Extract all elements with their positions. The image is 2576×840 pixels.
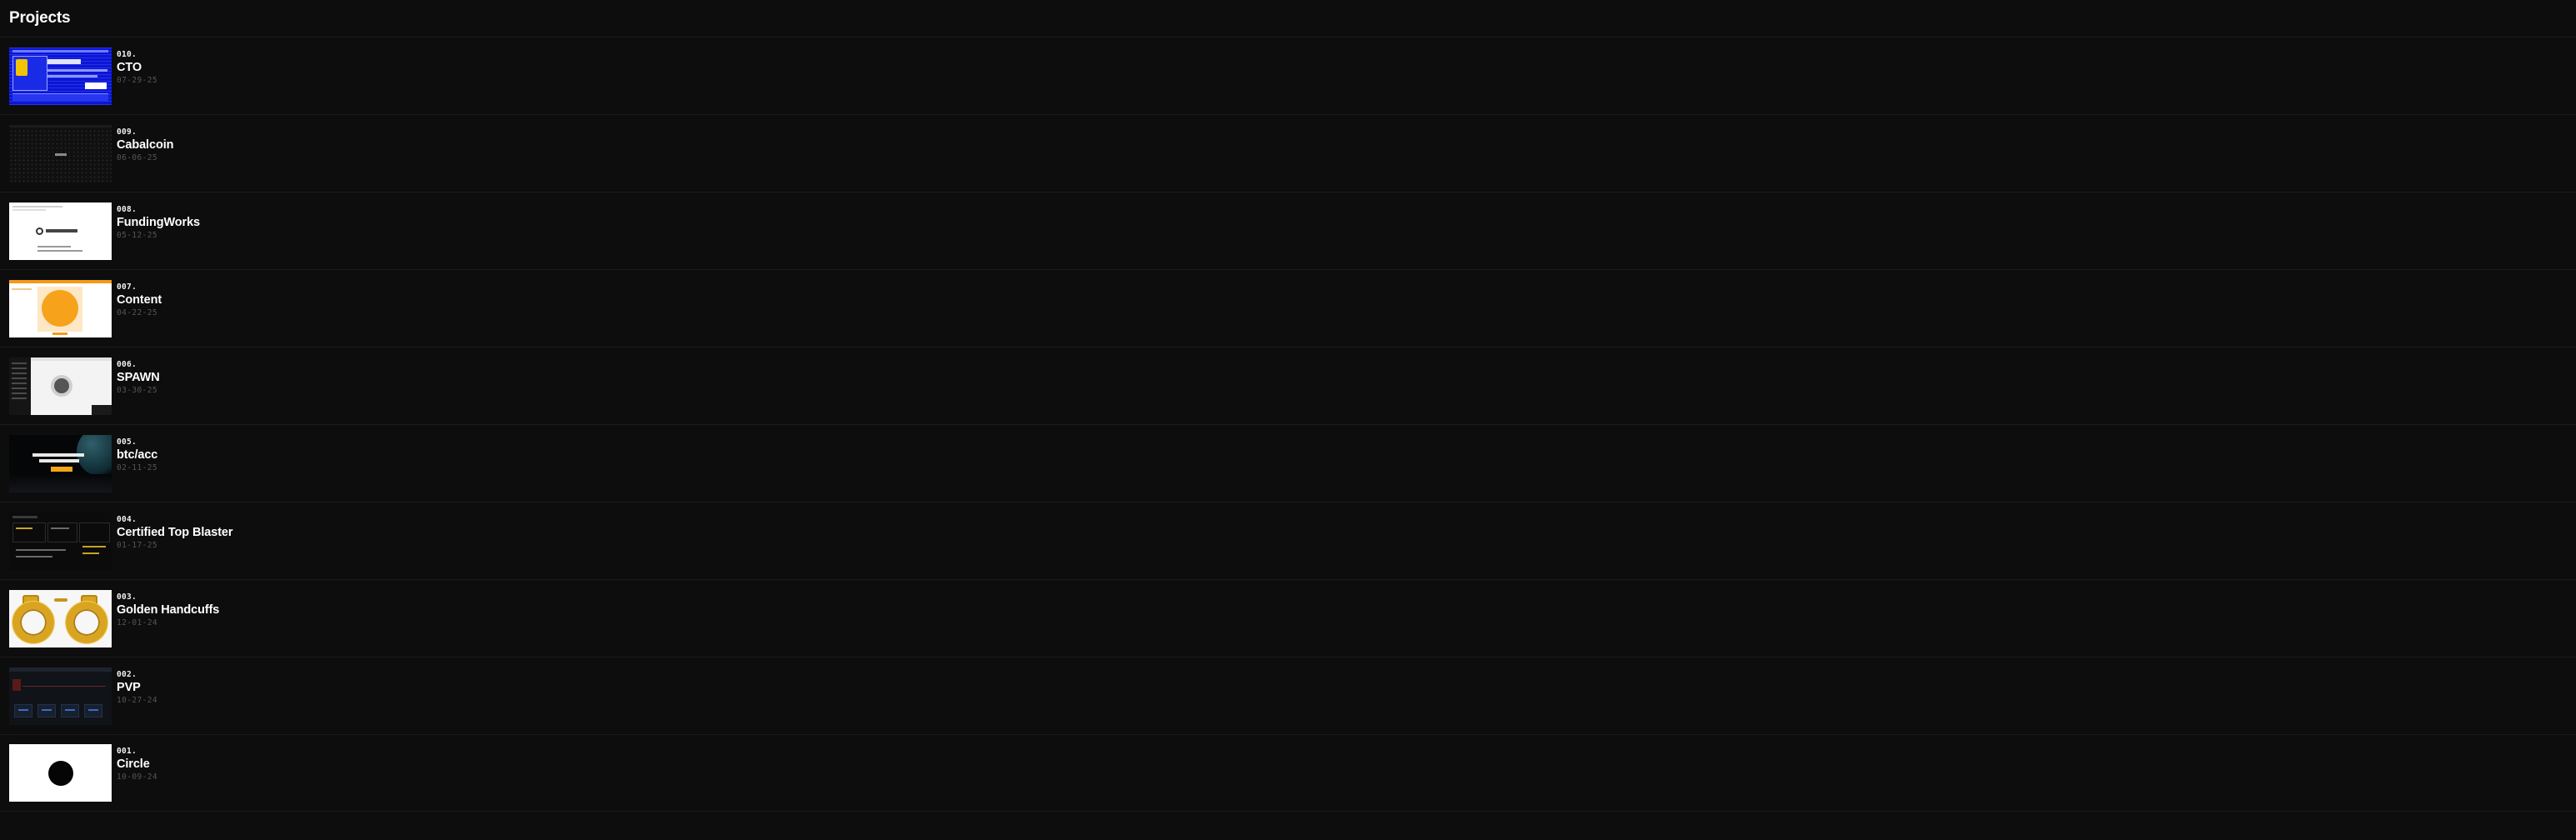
project-number: 002. [117,669,137,679]
project-title[interactable]: btc/acc [117,448,157,463]
project-meta: 005. btc/acc 02-11-25 [117,427,157,484]
project-row-golden-handcuffs[interactable]: 003. Golden Handcuffs 12-01-24 [0,579,2576,657]
project-date: 07-29-25 [117,75,157,85]
project-row-cto[interactable]: 010. CTO 07-29-25 [0,37,2576,114]
project-thumbnail-btcacc[interactable] [9,434,112,492]
project-title[interactable]: Certified Top Blaster [117,525,233,541]
project-title[interactable]: Circle [117,757,157,772]
project-row-cabalcoin[interactable]: 009. Cabalcoin 06-06-25 [0,114,2576,192]
project-title[interactable]: FundingWorks [117,215,200,231]
project-meta: 009. Cabalcoin 06-06-25 [117,117,174,174]
project-number: 007. [117,282,137,292]
project-meta: 010. CTO 07-29-25 [117,39,157,97]
project-thumbnail-golden-handcuffs[interactable] [9,589,112,648]
project-row-fundingworks[interactable]: 008. FundingWorks 05-12-25 [0,192,2576,269]
project-date: 02-11-25 [117,462,157,472]
project-number: 005. [117,437,137,447]
project-title[interactable]: Cabalcoin [117,138,174,153]
project-number: 008. [117,204,137,214]
project-thumbnail-certified-top-blaster[interactable] [9,512,112,570]
page-header: Projects [0,0,2576,37]
project-date: 12-01-24 [117,618,157,628]
project-number: 004. [117,514,137,524]
project-number: 001. [117,747,137,756]
project-row-pvp[interactable]: 002. PVP 10-27-24 [0,657,2576,734]
project-row-btcacc[interactable]: 005. btc/acc 02-11-25 [0,424,2576,502]
project-meta: 001. Circle 10-09-24 [117,736,157,793]
project-thumbnail-pvp[interactable] [9,667,112,725]
project-date: 10-09-24 [117,772,157,782]
projects-page: Projects 010. CTO 07-29-25 009. Cabalcoi… [0,0,2576,840]
project-thumbnail-fundingworks[interactable] [9,202,112,260]
project-date: 01-17-25 [117,540,157,550]
project-date: 05-12-25 [117,230,157,240]
project-meta: 007. Content 04-22-25 [117,272,162,329]
project-number: 010. [117,49,137,59]
project-thumbnail-spawn[interactable] [9,357,112,415]
project-meta: 004. Certified Top Blaster 01-17-25 [117,504,233,562]
project-date: 10-27-24 [117,695,157,705]
project-date: 04-22-25 [117,308,157,318]
project-meta: 006. SPAWN 03-30-25 [117,349,160,407]
project-number: 003. [117,592,137,602]
project-date: 06-06-25 [117,152,157,162]
project-thumbnail-circle[interactable] [9,744,112,802]
project-meta: 008. FundingWorks 05-12-25 [117,194,200,252]
project-meta: 002. PVP 10-27-24 [117,659,157,717]
project-list: 010. CTO 07-29-25 009. Cabalcoin 06-06-2… [0,37,2576,812]
project-title[interactable]: CTO [117,60,157,76]
project-thumbnail-content[interactable] [9,279,112,338]
project-title[interactable]: PVP [117,680,157,696]
project-title[interactable]: SPAWN [117,370,160,386]
project-date: 03-30-25 [117,385,157,395]
page-title: Projects [9,9,71,27]
project-thumbnail-cabalcoin[interactable] [9,124,112,182]
project-title[interactable]: Content [117,292,162,308]
project-thumbnail-cto[interactable] [9,47,112,105]
project-meta: 003. Golden Handcuffs 12-01-24 [117,582,219,639]
project-row-spawn[interactable]: 006. SPAWN 03-30-25 [0,347,2576,424]
project-number: 006. [117,359,137,369]
project-number: 009. [117,127,137,137]
project-row-content[interactable]: 007. Content 04-22-25 [0,269,2576,347]
project-row-certified-top-blaster[interactable]: 004. Certified Top Blaster 01-17-25 [0,502,2576,579]
project-row-circle[interactable]: 001. Circle 10-09-24 [0,734,2576,812]
project-title[interactable]: Golden Handcuffs [117,602,219,618]
